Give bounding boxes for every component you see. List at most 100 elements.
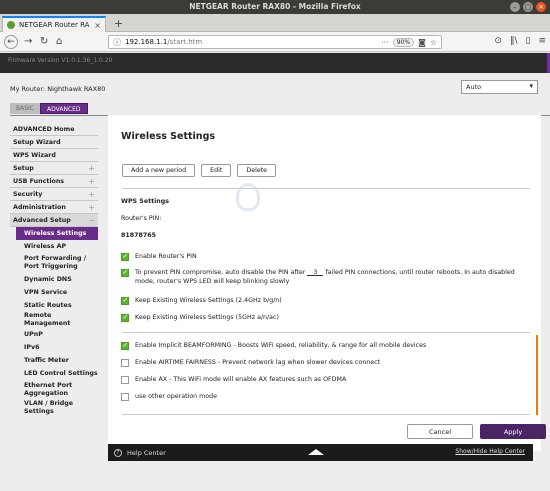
help-center-bar: ? Help Center Show/Hide Help Center bbox=[108, 444, 533, 461]
other-operation-mode-option: use other operation mode bbox=[121, 392, 531, 401]
edit-button[interactable]: Edit bbox=[201, 164, 232, 177]
apply-button[interactable]: Apply bbox=[480, 424, 546, 439]
sidebar-item-setup[interactable]: Setup + bbox=[10, 162, 98, 175]
sidebar-item-security[interactable]: Security + bbox=[10, 188, 98, 201]
home-icon[interactable]: ⌂ bbox=[56, 35, 62, 49]
other-operation-mode-checkbox[interactable] bbox=[121, 392, 129, 401]
tab-title: NETGEAR Router RAX80 bbox=[19, 21, 90, 29]
maximize-icon[interactable]: □ bbox=[523, 2, 533, 12]
lightbulb-icon bbox=[236, 183, 260, 211]
mode-tabs: BASIC ADVANCED bbox=[10, 103, 88, 114]
firmware-bar: Firmware Version V1.0.1.36_1.0.20 bbox=[0, 53, 550, 73]
url-path: /start.htm bbox=[167, 38, 203, 46]
close-window-icon[interactable]: × bbox=[536, 2, 546, 12]
minimize-icon[interactable]: – bbox=[510, 2, 520, 12]
sidebar-subitem-static-routes[interactable]: Static Routes bbox=[10, 299, 98, 312]
scroll-indicator bbox=[536, 335, 538, 415]
window-titlebar: NETGEAR Router RAX80 - Mozilla Firefox –… bbox=[0, 0, 550, 14]
sidebar-subitem-wireless-ap[interactable]: Wireless AP bbox=[10, 240, 98, 253]
downloads-icon[interactable]: ⊙ bbox=[494, 36, 502, 46]
failed-attempts-input[interactable]: 3 bbox=[307, 268, 324, 276]
sidebar-item-wps-wizard[interactable]: WPS Wizard bbox=[10, 149, 98, 162]
sidebar-subitem-port-forwarding[interactable]: Port Forwarding / Port Triggering bbox=[10, 253, 98, 273]
help-question-icon: ? bbox=[114, 448, 122, 457]
expand-plus-icon: + bbox=[88, 163, 95, 173]
sidebar-subitem-ipv6[interactable]: IPv6 bbox=[10, 341, 98, 354]
window-title: NETGEAR Router RAX80 - Mozilla Firefox bbox=[189, 2, 361, 11]
tab-advanced[interactable]: ADVANCED bbox=[40, 103, 88, 114]
router-header-row: My Router: Nighthawk RAX80 Auto ▾ bbox=[0, 75, 550, 97]
sidebar-subitem-vpn-service[interactable]: VPN Service bbox=[10, 286, 98, 299]
sidebar-subitem-led-control[interactable]: LED Control Settings bbox=[10, 367, 98, 380]
toolbar-icons: ⊙ ‖\ ▯ ≡ bbox=[494, 36, 546, 46]
router-pin-value: 81878765 bbox=[121, 232, 157, 239]
sidebar-item-administration[interactable]: Administration + bbox=[10, 201, 98, 214]
router-page: Firmware Version V1.0.1.36_1.0.20 My Rou… bbox=[0, 53, 550, 491]
airtime-fairness-checkbox[interactable] bbox=[121, 358, 129, 367]
wps-settings-heading: WPS Settings bbox=[121, 198, 170, 205]
browser-tab[interactable]: NETGEAR Router RAX80 × bbox=[2, 16, 106, 32]
mode-select[interactable]: Auto ▾ bbox=[461, 80, 538, 94]
url-host: 192.168.1.1 bbox=[125, 38, 168, 46]
sidebar-subitem-dynamic-dns[interactable]: Dynamic DNS bbox=[10, 273, 98, 286]
enable-pin-checkbox[interactable] bbox=[121, 252, 129, 261]
watermark-logo bbox=[236, 183, 260, 211]
info-circle-icon[interactable]: ⓘ bbox=[113, 37, 121, 48]
sidebar-subitem-traffic-meter[interactable]: Traffic Meter bbox=[10, 354, 98, 367]
sidebar-item-setup-wizard[interactable]: Setup Wizard bbox=[10, 136, 98, 149]
zoom-level[interactable]: 90% bbox=[392, 37, 415, 47]
tab-bar: NETGEAR Router RAX80 × + bbox=[0, 14, 550, 32]
page-title: Wireless Settings bbox=[121, 131, 216, 142]
show-hide-help-link[interactable]: Show/Hide Help Center bbox=[455, 448, 525, 455]
tab-basic[interactable]: BASIC bbox=[10, 103, 40, 114]
page-actions-dots-icon[interactable]: ··· bbox=[381, 38, 389, 47]
delete-button[interactable]: Delete bbox=[237, 164, 277, 177]
auto-disable-pin-checkbox[interactable] bbox=[121, 268, 129, 277]
enable-ax-checkbox[interactable] bbox=[121, 375, 129, 384]
close-tab-icon[interactable]: × bbox=[94, 21, 101, 30]
keep-24ghz-option: Keep Existing Wireless Settings (2.4GHz … bbox=[121, 296, 531, 305]
enable-pin-option: Enable Router's PIN bbox=[121, 252, 531, 261]
library-icon[interactable]: ‖\ bbox=[510, 36, 518, 46]
netgear-favicon-icon bbox=[7, 21, 15, 29]
window-controls: – □ × bbox=[510, 2, 546, 12]
router-pin-label: Router's PIN: bbox=[121, 215, 162, 222]
back-arrow-icon[interactable]: ← bbox=[4, 35, 18, 49]
sidebar: ADVANCED Home Setup Wizard WPS Wizard Se… bbox=[10, 123, 98, 423]
sidebar-subitem-wireless-settings[interactable]: Wireless Settings bbox=[16, 227, 98, 240]
keep-24ghz-checkbox[interactable] bbox=[121, 296, 129, 305]
expand-caret-icon[interactable] bbox=[308, 449, 324, 455]
keep-5ghz-checkbox[interactable] bbox=[121, 313, 129, 322]
beamforming-checkbox[interactable] bbox=[121, 341, 129, 350]
help-center-label: Help Center bbox=[127, 448, 166, 457]
reload-icon[interactable]: ↻ bbox=[40, 35, 48, 49]
chevron-down-icon: ▾ bbox=[529, 82, 533, 90]
menu-hamburger-icon[interactable]: ≡ bbox=[538, 36, 546, 46]
bookmark-star-icon[interactable]: ☆ bbox=[430, 38, 437, 47]
expand-plus-icon: + bbox=[88, 176, 95, 186]
sidebar-item-advanced-home[interactable]: ADVANCED Home bbox=[10, 123, 98, 136]
pocket-icon[interactable]: ◙ bbox=[418, 38, 426, 47]
wireless-settings-panel: Wireless Settings Add a new period Edit … bbox=[108, 115, 546, 451]
keep-5ghz-option: Keep Existing Wireless Settings (5GHz a/… bbox=[121, 313, 531, 322]
url-bar[interactable]: ⓘ 192.168.1.1/start.htm ··· 90% ◙ ☆ bbox=[108, 35, 442, 49]
sidebar-item-advanced-setup[interactable]: Advanced Setup − bbox=[10, 214, 98, 227]
airtime-fairness-option: Enable AIRTIME FAIRNESS - Prevent networ… bbox=[121, 358, 531, 367]
firmware-version: Firmware Version V1.0.1.36_1.0.20 bbox=[8, 57, 113, 64]
expand-plus-icon: + bbox=[88, 202, 95, 212]
beamforming-option: Enable Implicit BEAMFORMING - Boosts WiF… bbox=[121, 341, 531, 350]
forward-arrow-icon[interactable]: → bbox=[24, 35, 32, 49]
expand-plus-icon: + bbox=[88, 189, 95, 199]
sidebar-subitem-ethernet-aggregation[interactable]: Ethernet Port Aggregation bbox=[10, 380, 98, 400]
schedule-buttons: Add a new period Edit Delete bbox=[122, 164, 277, 177]
sidebar-subitem-upnp[interactable]: UPnP bbox=[10, 328, 98, 341]
enable-ax-option: Enable AX - This WiFi mode will enable A… bbox=[121, 375, 531, 384]
sidebar-item-usb-functions[interactable]: USB Functions + bbox=[10, 175, 98, 188]
sidebar-subitem-vlan-bridge[interactable]: VLAN / Bridge Settings bbox=[10, 400, 98, 416]
add-period-button[interactable]: Add a new period bbox=[122, 164, 196, 177]
sidebar-subitem-remote-management[interactable]: Remote Management bbox=[10, 312, 98, 328]
collapse-minus-icon: − bbox=[88, 215, 95, 225]
sidebar-toggle-icon[interactable]: ▯ bbox=[526, 36, 531, 46]
new-tab-plus-icon[interactable]: + bbox=[114, 17, 123, 30]
cancel-button[interactable]: Cancel bbox=[407, 424, 473, 439]
